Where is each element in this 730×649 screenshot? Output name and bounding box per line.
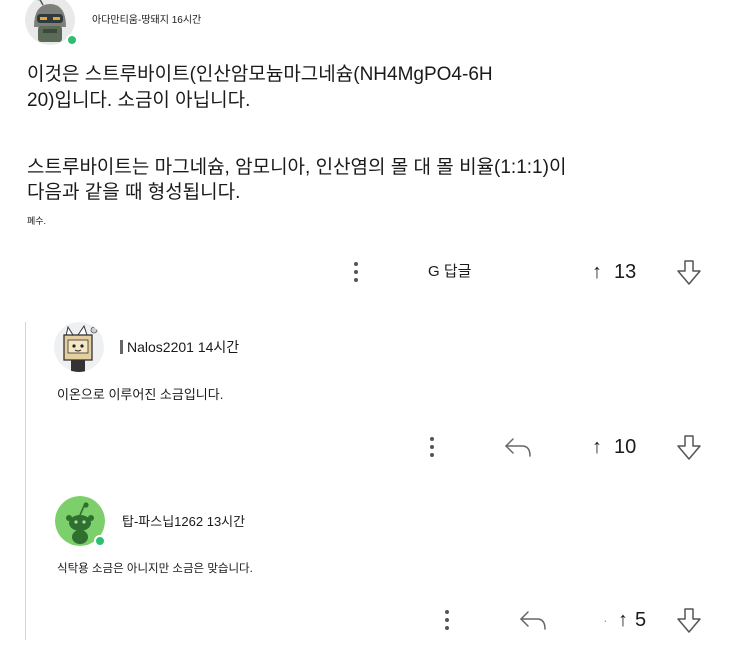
box-head-avatar-icon	[54, 322, 104, 372]
upvote-icon[interactable]: ↑	[592, 260, 602, 284]
author-name[interactable]: Nalos2201	[127, 339, 194, 355]
reply-button[interactable]: G 답글	[428, 263, 471, 281]
downvote-icon[interactable]	[676, 434, 702, 461]
timestamp: 16시간	[171, 15, 202, 26]
thread-line[interactable]	[25, 322, 26, 640]
reply-meta: 탑-파스닙1262 13시간	[122, 514, 245, 530]
comment-meta: 아다만티움-땅돼지 16시간	[92, 15, 201, 27]
reply-arrow-icon[interactable]	[503, 436, 533, 460]
flair-icon	[120, 340, 123, 354]
reply-meta: Nalos2201 14시간	[127, 339, 239, 355]
score-count: 13	[614, 261, 637, 283]
comment-footnote: 폐수.	[27, 216, 47, 226]
score-separator: ·	[603, 612, 608, 628]
user-avatar[interactable]	[54, 322, 104, 372]
comment-text-line: 20)입니다. 소금이 아닙니다.	[27, 90, 251, 111]
comment-text-line: 스트루바이트는 마그네슘, 암모니아, 인산염의 몰 대 몰 비율(1:1:1)…	[27, 157, 567, 178]
author-name[interactable]: 아다만티움-땅돼지	[92, 15, 169, 26]
score-count: 10	[614, 436, 637, 458]
score-count: 5	[635, 609, 647, 631]
reply-text: 이온으로 이루어진 소금입니다.	[57, 387, 224, 402]
downvote-icon[interactable]	[676, 607, 702, 634]
downvote-icon[interactable]	[676, 259, 702, 286]
reply-text: 식탁용 소금은 아니지만 소금은 맞습니다.	[57, 563, 253, 575]
author-name[interactable]: 탑-파스닙1262	[122, 514, 203, 529]
timestamp: 14시간	[197, 339, 240, 355]
comment-text-line: 이것은 스트루바이트(인산암모늄마그네슘(NH4MgPO4-6H	[27, 64, 493, 85]
timestamp: 13시간	[206, 514, 246, 529]
more-options-icon[interactable]	[444, 609, 450, 631]
comment-text-line: 다음과 같을 때 형성됩니다.	[27, 182, 241, 203]
more-options-icon[interactable]	[353, 261, 359, 283]
online-status-dot	[66, 34, 78, 46]
upvote-icon[interactable]: ↑	[592, 435, 602, 459]
reply-arrow-icon[interactable]	[518, 609, 548, 633]
more-options-icon[interactable]	[429, 436, 435, 458]
upvote-icon[interactable]: ↑	[618, 608, 628, 632]
online-status-dot	[94, 535, 106, 547]
